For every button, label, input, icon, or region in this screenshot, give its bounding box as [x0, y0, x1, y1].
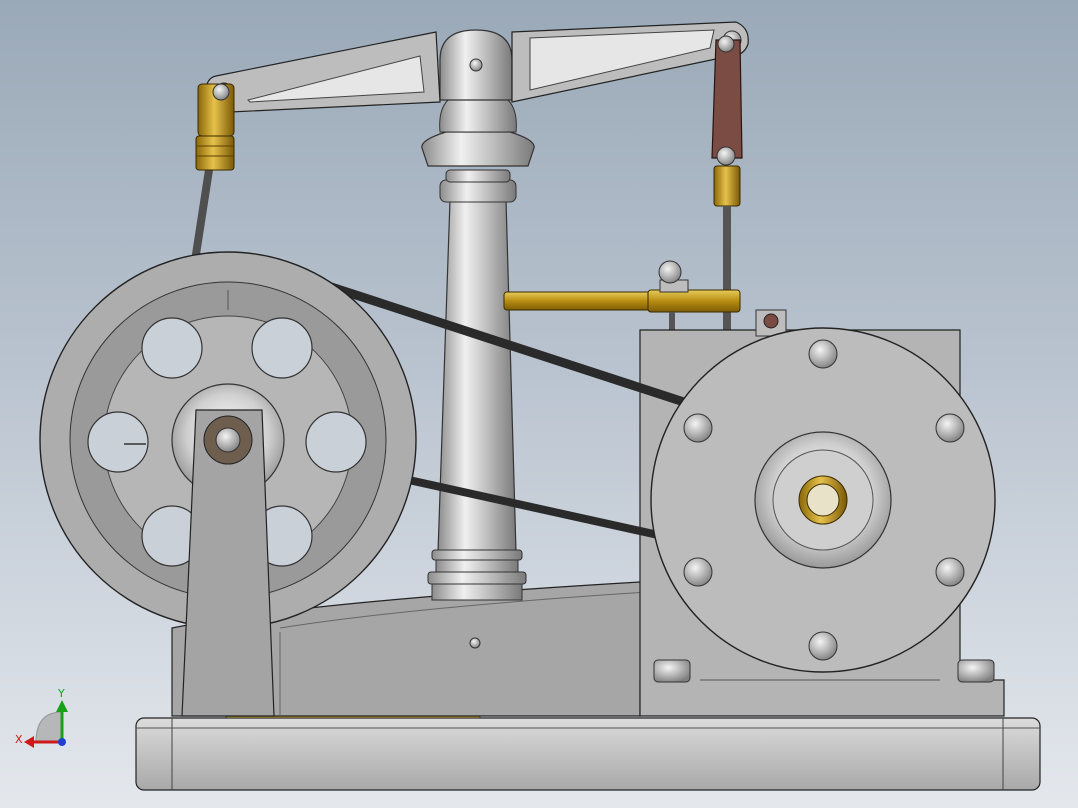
triad-y-label: Y	[58, 687, 65, 700]
triad-x-label: X	[15, 733, 23, 746]
cover-bolt	[808, 631, 838, 661]
spoke-hole	[141, 317, 203, 379]
spoke-hole	[87, 411, 149, 473]
cover-bolt	[935, 557, 965, 587]
column-pivot-pin	[469, 58, 483, 72]
coordinate-triad	[24, 700, 68, 748]
acorn-nut	[658, 260, 682, 284]
cylinder-cover	[650, 327, 996, 673]
cover-bolt	[808, 339, 838, 369]
beam-engine-model[interactable]	[0, 0, 1078, 808]
bearing-stand	[181, 409, 275, 717]
spoke-hole	[305, 411, 367, 473]
bed-bolt	[469, 637, 481, 649]
cover-bolt	[683, 413, 713, 443]
spoke-hole	[251, 317, 313, 379]
main-column	[421, 29, 535, 601]
valve-gear-pin	[763, 313, 779, 329]
z-axis-dot	[58, 738, 66, 746]
hold-down-bolt-left	[653, 659, 691, 683]
cover-bolt	[683, 557, 713, 587]
cover-bolt	[935, 413, 965, 443]
crankshaft-end	[215, 427, 241, 453]
base-plate	[135, 711, 1041, 791]
cad-viewport[interactable]: Y X	[0, 0, 1078, 808]
hold-down-bolt-right	[957, 659, 995, 683]
